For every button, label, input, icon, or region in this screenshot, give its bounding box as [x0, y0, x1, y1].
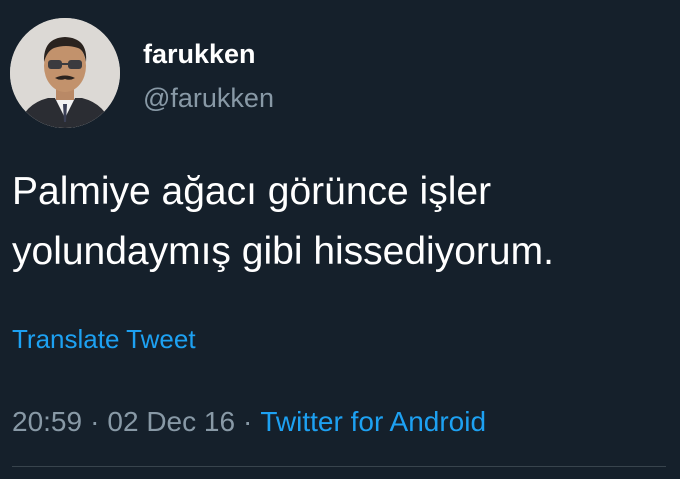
separator-dot: · — [243, 406, 253, 437]
user-handle[interactable]: @farukken — [143, 82, 274, 114]
separator-dot: · — [90, 406, 100, 437]
tweet-date: 02 Dec 16 — [107, 406, 236, 437]
tweet-text: Palmiye ağacı görünce işler yolundaymış … — [12, 162, 662, 282]
tweet-source-link[interactable]: Twitter for Android — [260, 406, 486, 437]
divider — [12, 466, 666, 467]
tweet-text-line: yolundaymış gibi hissediyorum. — [12, 230, 554, 273]
tweet-text-line: Palmiye ağacı görünce işler — [12, 170, 492, 213]
profile-photo — [10, 18, 120, 128]
display-name[interactable]: farukken — [143, 38, 256, 70]
tweet-card: farukken @farukken Palmiye ağacı görünce… — [0, 0, 680, 479]
tweet-metadata: 20:59 · 02 Dec 16 · Twitter for Android — [12, 405, 486, 439]
avatar[interactable] — [10, 18, 120, 128]
tweet-time: 20:59 — [12, 406, 83, 437]
translate-tweet-link[interactable]: Translate Tweet — [12, 323, 196, 355]
